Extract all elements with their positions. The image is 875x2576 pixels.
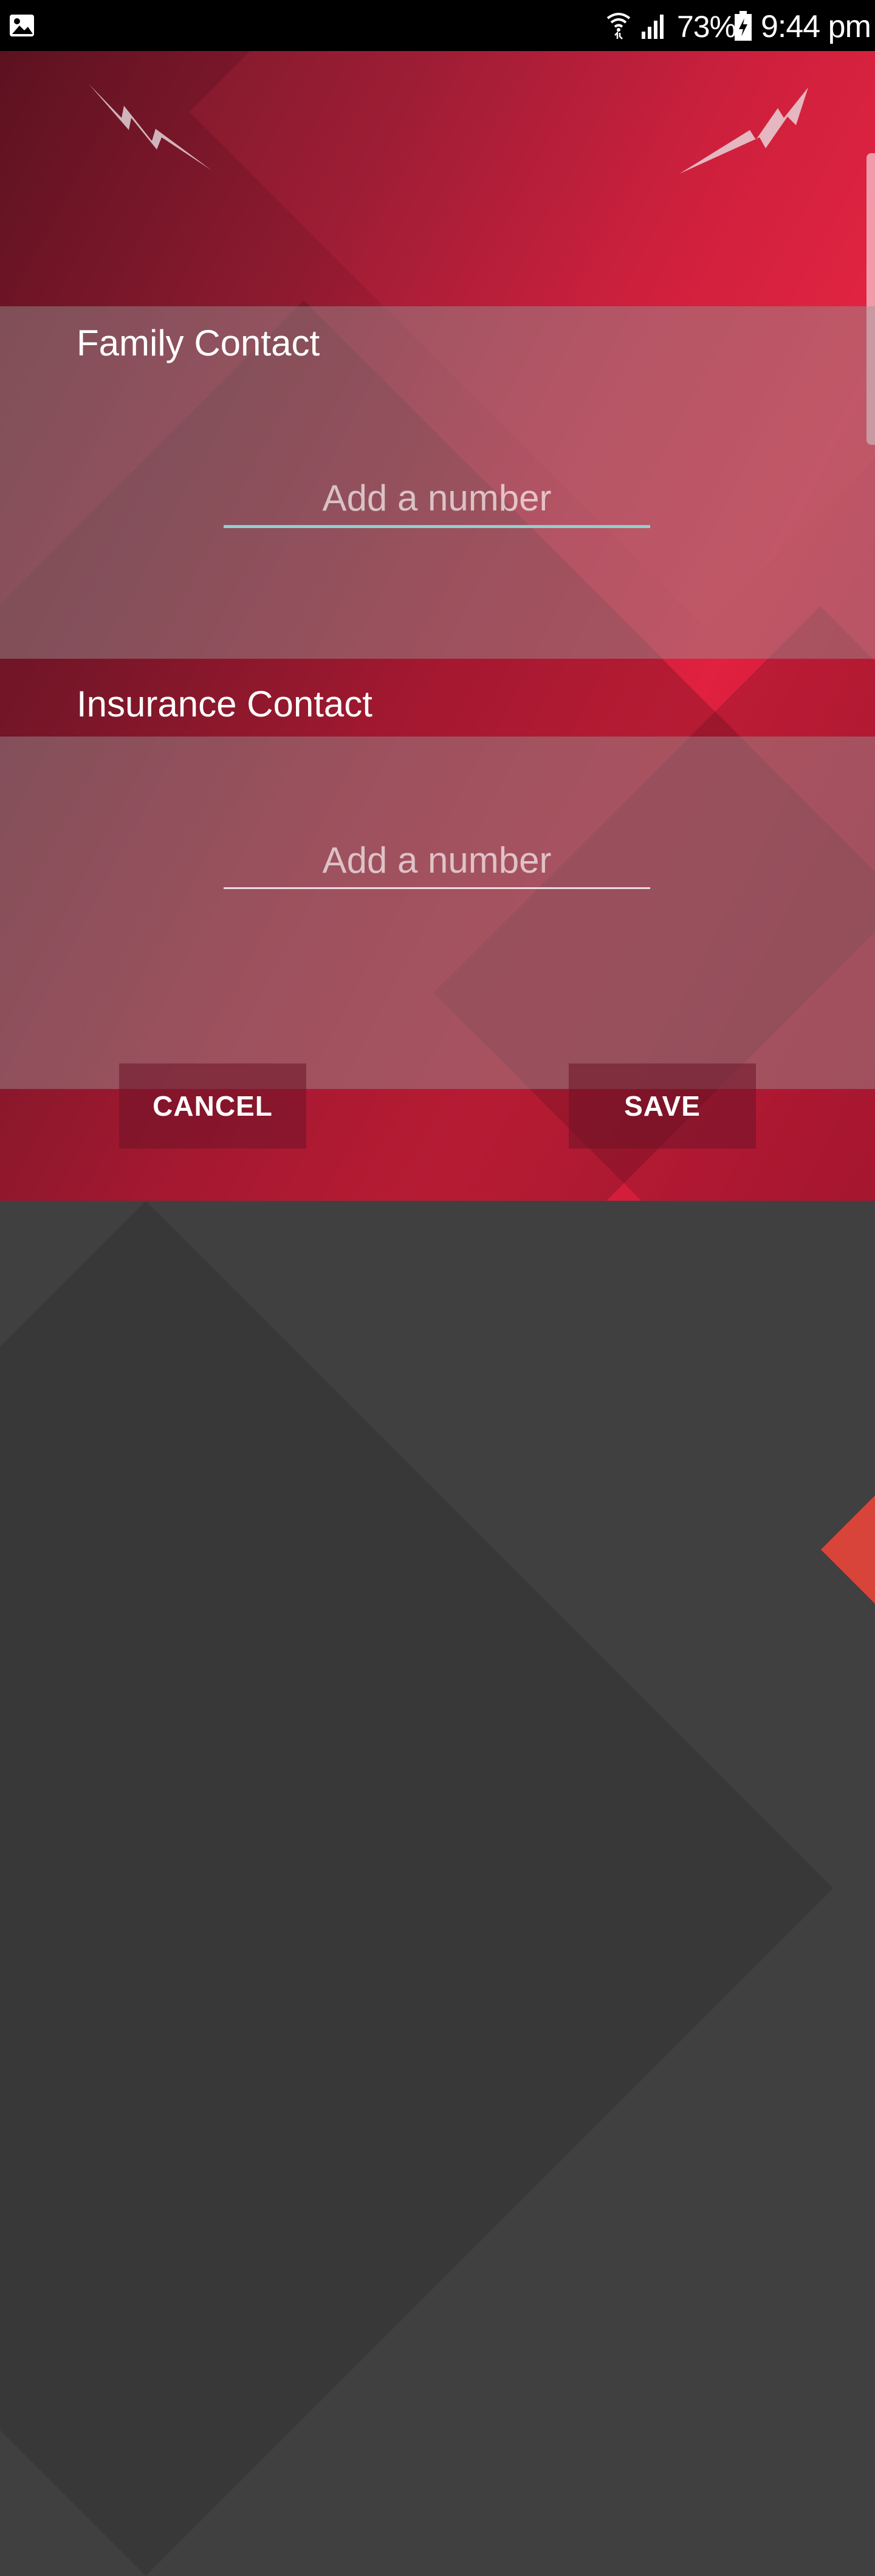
- wifi-icon: [606, 13, 631, 39]
- battery-percentage: 73%: [677, 10, 736, 44]
- save-button[interactable]: SAVE: [569, 1063, 756, 1149]
- wallpaper-accent: [821, 1489, 875, 1610]
- emergency-contacts-dialog: Family Contact Insurance Contact CANCEL …: [0, 51, 875, 1201]
- family-contact-label: Family Contact: [77, 323, 320, 363]
- cancel-button[interactable]: CANCEL: [119, 1063, 306, 1149]
- battery-charging-icon: [735, 11, 752, 41]
- wallpaper-shadow: [0, 1201, 834, 2576]
- image-notification-icon: [10, 15, 34, 36]
- status-bar: 73% 9:44 pm: [0, 0, 875, 51]
- insurance-contact-label: Insurance Contact: [77, 684, 372, 724]
- clock-time: 9:44 pm: [761, 9, 871, 44]
- insurance-contact-panel: [0, 737, 875, 1089]
- lightning-bolt-icon: [679, 88, 808, 174]
- signal-icon: [642, 15, 664, 39]
- lightning-bolt-icon: [89, 84, 211, 170]
- family-number-input[interactable]: [224, 470, 650, 528]
- insurance-number-input[interactable]: [224, 833, 650, 889]
